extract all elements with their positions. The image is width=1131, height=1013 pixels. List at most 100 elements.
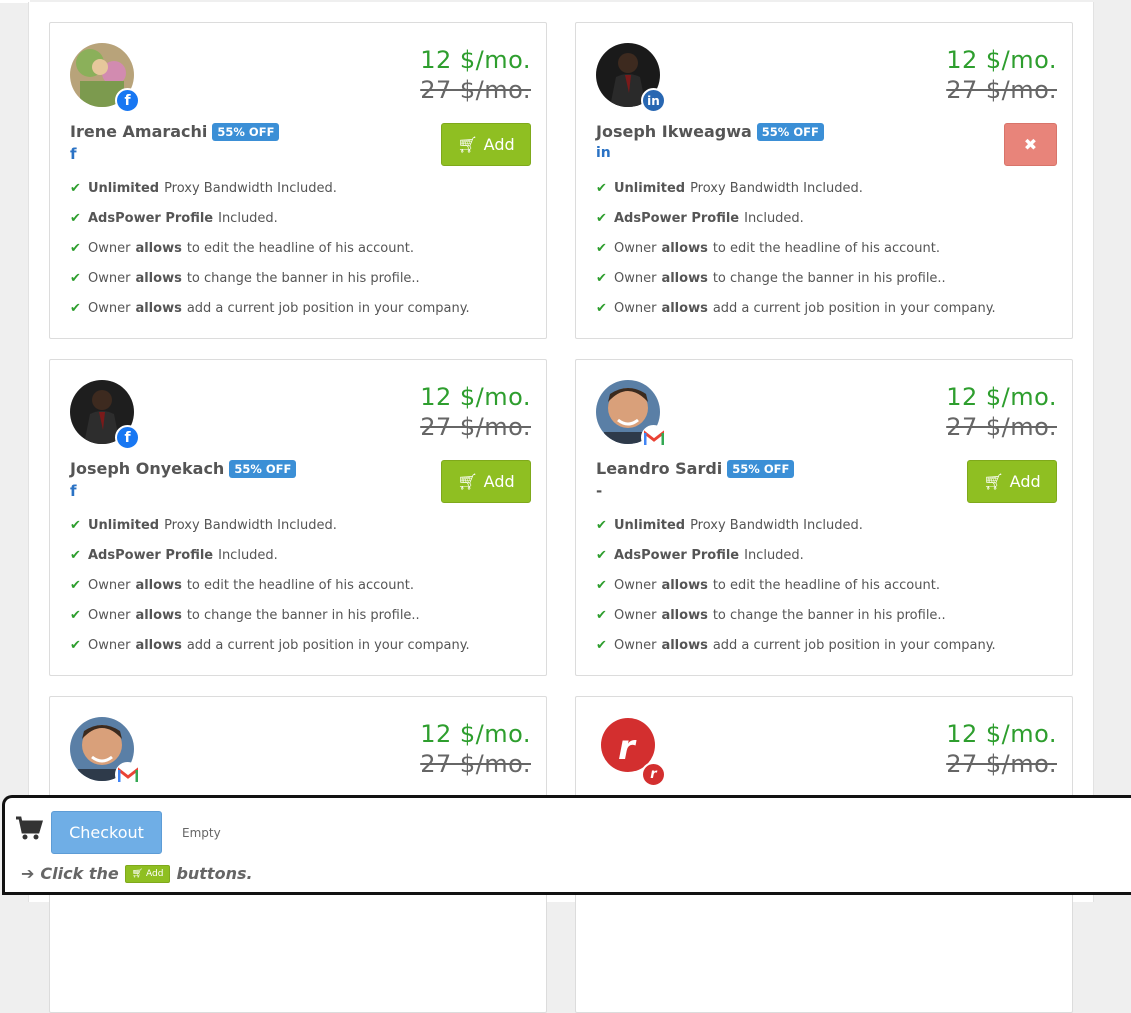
feature-item: ✔ Unlimited Proxy Bandwidth Included. bbox=[596, 517, 863, 533]
price-original: 27 $/mo. bbox=[946, 76, 1057, 104]
check-icon: ✔ bbox=[70, 210, 81, 226]
avatar-group: f bbox=[70, 43, 140, 113]
feature-list: ✔ Unlimited Proxy Bandwidth Included. ✔ Ad… bbox=[70, 510, 470, 660]
cart-bar: Checkout Empty ➔ Click the 🛒︎ Add button… bbox=[2, 795, 1131, 895]
feature-item: ✔ Owner allows add a current job position… bbox=[70, 637, 470, 653]
feature-list: ✔ Unlimited Proxy Bandwidth Included. ✔ Ad… bbox=[70, 173, 470, 323]
feature-item: ✔ AdsPower Profile Included. bbox=[596, 547, 804, 563]
network-label: - bbox=[596, 482, 603, 500]
feature-item: ✔ Unlimited Proxy Bandwidth Included. bbox=[70, 517, 337, 533]
check-icon: ✔ bbox=[70, 637, 81, 653]
price-current: 12 $/mo. bbox=[420, 46, 531, 74]
arrow-right-icon: ➔ bbox=[21, 864, 35, 883]
feature-item: ✔ AdsPower Profile Included. bbox=[70, 210, 278, 226]
account-card: f 12 $/mo. 27 $/mo. Irene Amarachi 55% O… bbox=[49, 22, 547, 339]
check-icon: ✔ bbox=[596, 607, 607, 623]
remove-button[interactable]: ✖ bbox=[1004, 123, 1057, 166]
price-block: 12 $/mo. 27 $/mo. bbox=[946, 719, 1057, 779]
account-name: Irene Amarachi bbox=[70, 122, 208, 141]
feature-item: ✔ Unlimited Proxy Bandwidth Included. bbox=[596, 180, 863, 196]
account-card: 12 $/mo. 27 $/mo. Leandro Sardi 55% OFF … bbox=[575, 359, 1073, 676]
account-name: Leandro Sardi bbox=[596, 459, 723, 478]
check-icon: ✔ bbox=[70, 240, 81, 256]
linkedin-icon: in bbox=[596, 145, 611, 161]
add-button[interactable]: 🛒︎ Add bbox=[441, 460, 531, 503]
price-current: 12 $/mo. bbox=[946, 720, 1057, 748]
check-icon: ✔ bbox=[70, 300, 81, 316]
account-name: Joseph Ikweagwa bbox=[596, 122, 752, 141]
feature-item: ✔ Owner allows to change the banner in hi… bbox=[70, 607, 420, 623]
discount-badge: 55% OFF bbox=[229, 459, 297, 478]
cart-icon: 🛒︎ bbox=[457, 135, 478, 154]
feature-item: ✔ AdsPower Profile Included. bbox=[70, 547, 278, 563]
check-icon: ✔ bbox=[596, 180, 607, 196]
price-original: 27 $/mo. bbox=[420, 76, 531, 104]
price-block: 12 $/mo. 27 $/mo. bbox=[946, 45, 1057, 105]
avatar-group: r r bbox=[596, 717, 666, 787]
price-original: 27 $/mo. bbox=[946, 413, 1057, 441]
price-current: 12 $/mo. bbox=[946, 383, 1057, 411]
avatar-group bbox=[596, 380, 666, 450]
price-block: 12 $/mo. 27 $/mo. bbox=[420, 382, 531, 442]
facebook-icon: f bbox=[70, 482, 77, 500]
check-icon: ✔ bbox=[70, 607, 81, 623]
feature-item: ✔ Owner allows add a current job position… bbox=[596, 637, 996, 653]
rambler-icon: r bbox=[641, 762, 666, 787]
check-icon: ✔ bbox=[596, 210, 607, 226]
discount-badge: 55% OFF bbox=[756, 122, 824, 141]
check-icon: ✔ bbox=[70, 577, 81, 593]
check-icon: ✔ bbox=[596, 517, 607, 533]
feature-item: ✔ Owner allows to change the banner in hi… bbox=[70, 270, 420, 286]
check-icon: ✔ bbox=[596, 577, 607, 593]
linkedin-icon: in bbox=[641, 88, 666, 113]
cart-icon: 🛒︎ bbox=[457, 472, 478, 491]
avatar-group: in bbox=[596, 43, 666, 113]
facebook-icon: f bbox=[115, 425, 140, 450]
price-original: 27 $/mo. bbox=[420, 413, 531, 441]
close-icon: ✖ bbox=[1023, 135, 1038, 154]
avatar-group: f bbox=[70, 380, 140, 450]
add-button-example: 🛒︎ Add bbox=[124, 864, 171, 883]
check-icon: ✔ bbox=[596, 240, 607, 256]
avatar-group bbox=[70, 717, 140, 787]
check-icon: ✔ bbox=[70, 270, 81, 286]
account-card: in 12 $/mo. 27 $/mo. Joseph Ikweagwa 55%… bbox=[575, 22, 1073, 339]
check-icon: ✔ bbox=[596, 270, 607, 286]
account-card: f 12 $/mo. 27 $/mo. Joseph Onyekach 55% … bbox=[49, 359, 547, 676]
feature-item: ✔ Unlimited Proxy Bandwidth Included. bbox=[70, 180, 337, 196]
cart-icon: 🛒︎ bbox=[983, 472, 1004, 491]
product-panel: f 12 $/mo. 27 $/mo. Irene Amarachi 55% O… bbox=[28, 2, 1094, 1013]
check-icon: ✔ bbox=[70, 547, 81, 563]
feature-list: ✔ Unlimited Proxy Bandwidth Included. ✔ Ad… bbox=[596, 510, 996, 660]
check-icon: ✔ bbox=[70, 180, 81, 196]
add-button[interactable]: 🛒︎ Add bbox=[441, 123, 531, 166]
check-icon: ✔ bbox=[596, 637, 607, 653]
gmail-icon bbox=[115, 762, 140, 787]
price-original: 27 $/mo. bbox=[420, 750, 531, 778]
checkout-button[interactable]: Checkout bbox=[51, 811, 162, 854]
facebook-icon: f bbox=[115, 88, 140, 113]
feature-list: ✔ Unlimited Proxy Bandwidth Included. ✔ Ad… bbox=[596, 173, 996, 323]
feature-item: ✔ Owner allows to edit the headline of hi… bbox=[70, 577, 414, 593]
price-current: 12 $/mo. bbox=[946, 46, 1057, 74]
feature-item: ✔ Owner allows to edit the headline of hi… bbox=[596, 577, 940, 593]
add-button[interactable]: 🛒︎ Add bbox=[967, 460, 1057, 503]
feature-item: ✔ Owner allows to edit the headline of hi… bbox=[596, 240, 940, 256]
check-icon: ✔ bbox=[70, 517, 81, 533]
feature-item: ✔ Owner allows to change the banner in hi… bbox=[596, 270, 946, 286]
cart-status: Empty bbox=[182, 826, 221, 840]
check-icon: ✔ bbox=[596, 547, 607, 563]
discount-badge: 55% OFF bbox=[727, 459, 795, 478]
price-block: 12 $/mo. 27 $/mo. bbox=[946, 382, 1057, 442]
feature-item: ✔ Owner allows to edit the headline of hi… bbox=[70, 240, 414, 256]
price-block: 12 $/mo. 27 $/mo. bbox=[420, 719, 531, 779]
facebook-icon: f bbox=[70, 145, 77, 163]
price-block: 12 $/mo. 27 $/mo. bbox=[420, 45, 531, 105]
check-icon: ✔ bbox=[596, 300, 607, 316]
price-current: 12 $/mo. bbox=[420, 720, 531, 748]
feature-item: ✔ Owner allows add a current job position… bbox=[596, 300, 996, 316]
price-original: 27 $/mo. bbox=[946, 750, 1057, 778]
feature-item: ✔ Owner allows add a current job position… bbox=[70, 300, 470, 316]
gmail-icon bbox=[641, 425, 666, 450]
hint-text: ➔ Click the 🛒︎ Add buttons. bbox=[21, 864, 253, 883]
